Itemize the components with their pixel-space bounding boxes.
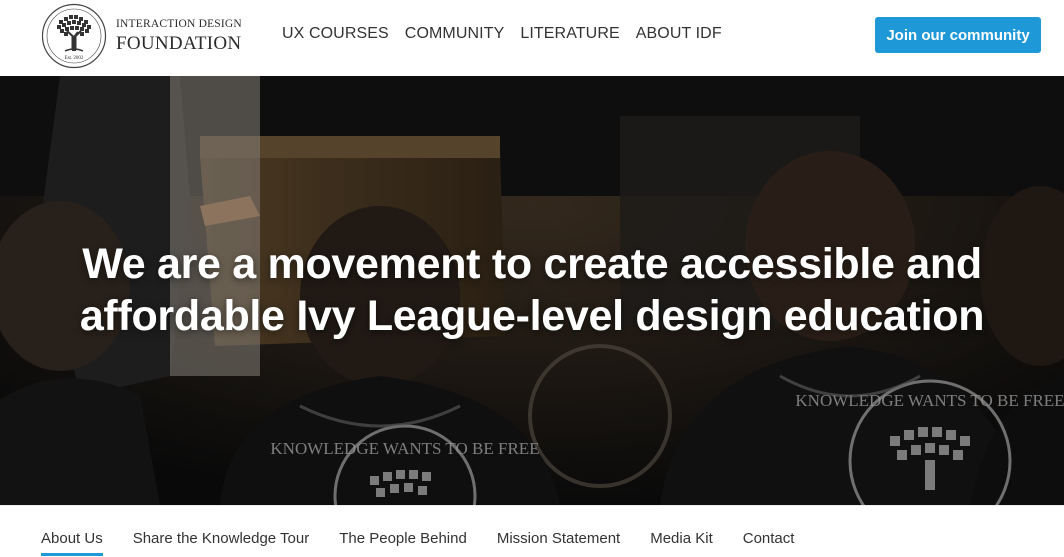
logo-wordmark: INTERACTION DESIGN FOUNDATION bbox=[116, 17, 242, 55]
subnav-share-knowledge-tour[interactable]: Share the Knowledge Tour bbox=[133, 530, 310, 556]
logo-line-1: INTERACTION DESIGN bbox=[116, 17, 242, 30]
subnav-mission-statement[interactable]: Mission Statement bbox=[497, 530, 620, 556]
site-header: Est. 2002 INTERACTION DESIGN FOUNDATION … bbox=[0, 0, 1064, 76]
about-subnav: About Us Share the Knowledge Tour The Pe… bbox=[0, 505, 1064, 557]
nav-community[interactable]: COMMUNITY bbox=[405, 25, 505, 43]
hero-headline: We are a movement to create accessible a… bbox=[0, 238, 1064, 342]
nav-ux-courses[interactable]: UX COURSES bbox=[282, 25, 389, 43]
logo-line-2: FOUNDATION bbox=[116, 33, 242, 55]
join-community-button[interactable]: Join our community bbox=[875, 17, 1041, 53]
logo-seal-est: Est. 2002 bbox=[65, 56, 84, 61]
main-nav: UX COURSES COMMUNITY LITERATURE ABOUT ID… bbox=[282, 25, 738, 43]
subnav-contact[interactable]: Contact bbox=[743, 530, 795, 556]
subnav-people-behind[interactable]: The People Behind bbox=[339, 530, 467, 556]
subnav-media-kit[interactable]: Media Kit bbox=[650, 530, 713, 556]
hero-banner: KNOWLEDGE WANTS TO BE FREE KNOWLEDGE WAN… bbox=[0, 76, 1064, 505]
nav-about-idf[interactable]: ABOUT IDF bbox=[636, 25, 722, 43]
subnav-about-us[interactable]: About Us bbox=[41, 530, 103, 556]
nav-literature[interactable]: LITERATURE bbox=[520, 25, 619, 43]
hero-headline-line-1: We are a movement to create accessible a… bbox=[82, 240, 982, 288]
hero-headline-line-2: affordable Ivy League-level design educa… bbox=[79, 292, 985, 340]
logo-seal-icon: Est. 2002 bbox=[41, 3, 107, 69]
site-logo[interactable]: Est. 2002 INTERACTION DESIGN FOUNDATION bbox=[41, 3, 242, 69]
